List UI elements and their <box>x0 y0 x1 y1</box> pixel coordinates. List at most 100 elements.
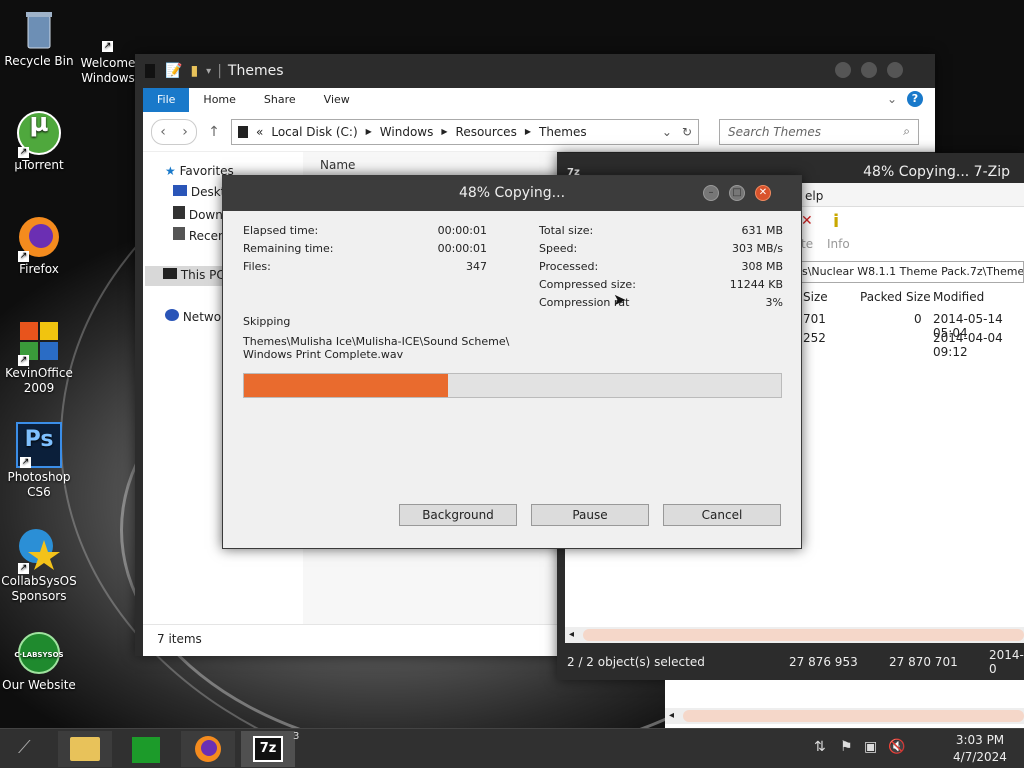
search-icon: ⌕ <box>903 124 910 138</box>
tab-view[interactable]: View <box>310 88 364 112</box>
dialog-titlebar[interactable]: 48% Copying... – □ ✕ <box>223 176 801 211</box>
cell-packed: 0 <box>914 312 922 326</box>
breadcrumb-resources[interactable]: Resources <box>456 125 517 139</box>
scroll-left-icon[interactable]: ◂ <box>669 710 674 721</box>
minimize-button[interactable]: – <box>703 185 719 201</box>
firefox-icon <box>195 736 221 762</box>
desktop-icon-our-website[interactable]: C·LABSYSOS Our Website <box>0 630 78 693</box>
utorrent-glyph: µ <box>29 108 49 138</box>
store-icon <box>132 737 160 763</box>
clock[interactable]: 3:03 PM 4/7/2024 <box>940 732 1020 766</box>
archive-path: s\Nuclear W8.1.1 Theme Pack.7z\Themes\ <box>802 265 1024 278</box>
icon-label: Recycle Bin <box>4 54 74 68</box>
desktop-icon-photoshop[interactable]: Ps ↗ Photoshop CS6 <box>0 422 78 500</box>
desktop: Recycle Bin ↗ Welcome Windows µ ↗ µTorre… <box>0 0 1024 728</box>
explorer-titlebar[interactable]: 📝 ▮ ▾ | Themes <box>135 54 935 88</box>
taskbar-firefox[interactable] <box>181 731 235 767</box>
desktop-icon-firefox[interactable]: ↗ Firefox <box>0 214 78 277</box>
progress-bar <box>243 373 782 398</box>
breadcrumb-chevron-icon[interactable]: ▶ <box>366 127 372 136</box>
minimize-button[interactable] <box>835 62 851 78</box>
star-icon: ★ <box>165 164 176 178</box>
scroll-left-icon[interactable]: ◂ <box>569 629 574 640</box>
cancel-button[interactable]: Cancel <box>663 504 781 526</box>
address-dropdown-icon[interactable]: ⌄ <box>662 125 672 139</box>
nav-downloads[interactable]: Down <box>173 206 223 222</box>
nav-desktop[interactable]: Deskt <box>173 185 225 199</box>
recent-icon <box>173 227 185 240</box>
maximize-button[interactable] <box>861 62 877 78</box>
search-input[interactable]: Search Themes ⌕ <box>719 118 919 145</box>
up-button[interactable]: ↑ <box>203 120 225 144</box>
taskbar-7zip[interactable]: 7z <box>241 731 295 767</box>
photoshop-glyph: Ps <box>24 427 54 452</box>
icon-label: KevinOffice 2009 <box>5 366 73 395</box>
pause-button[interactable]: Pause <box>531 504 649 526</box>
breadcrumb-chevron-icon[interactable]: ▶ <box>525 127 531 136</box>
background-button[interactable]: Background <box>399 504 517 526</box>
breadcrumb-overflow[interactable]: « <box>256 125 263 139</box>
nav-buttons: ‹ › <box>151 118 197 145</box>
help-icon[interactable]: ? <box>907 91 923 107</box>
breadcrumb-local-disk[interactable]: Local Disk (C:) <box>271 125 357 139</box>
forward-button[interactable]: › <box>174 120 196 144</box>
downloads-icon <box>173 206 185 219</box>
close-button[interactable]: ✕ <box>755 185 771 201</box>
desktop-icon-kevinoffice[interactable]: ↗ KevinOffice 2009 <box>0 318 78 396</box>
network-status-icon[interactable]: ▣ <box>864 739 877 755</box>
taskbar-file-explorer[interactable] <box>58 731 112 767</box>
title-separator: | <box>217 63 222 79</box>
remaining-time-value: 00:00:01 <box>437 242 487 255</box>
column-header-size[interactable]: Size <box>803 290 828 304</box>
network-arrows-icon[interactable]: ⇅ <box>814 739 826 755</box>
tab-file[interactable]: File <box>143 88 190 112</box>
cell-size: 252 <box>803 331 826 345</box>
maximize-button[interactable]: □ <box>729 185 745 201</box>
scrollbar-thumb[interactable] <box>683 710 1024 722</box>
back-button[interactable]: ‹ <box>152 120 174 144</box>
column-header-name[interactable]: Name <box>320 158 355 172</box>
qat-dropdown-icon[interactable]: ▾ <box>206 66 211 77</box>
processed-value: 308 MB <box>741 260 783 273</box>
ribbon-expand-icon[interactable]: ⌄ <box>887 92 897 106</box>
desktop-icon-utorrent[interactable]: µ ↗ µTorrent <box>0 110 78 173</box>
address-bar[interactable]: « Local Disk (C:) ▶ Windows ▶ Resources … <box>231 118 699 145</box>
network-icon <box>165 309 179 321</box>
nav-network[interactable]: Networ <box>165 309 226 324</box>
desktop-icon-recycle-bin[interactable]: Recycle Bin <box>0 6 78 69</box>
icon-label: Our Website <box>2 678 76 692</box>
column-header-modified[interactable]: Modified <box>933 290 984 304</box>
status-packed: 27 870 701 <box>889 654 958 669</box>
quick-access-properties-icon[interactable]: 📝 <box>165 63 182 79</box>
processed-label: Processed: <box>539 260 599 273</box>
computer-icon <box>163 268 177 279</box>
start-button[interactable]: ⟋ <box>18 737 31 758</box>
info-icon[interactable]: i <box>833 211 839 232</box>
progress-bar-fill <box>244 374 449 397</box>
toolbar-info-label[interactable]: Info <box>827 237 850 251</box>
horizontal-scrollbar[interactable]: ◂ <box>665 708 1024 724</box>
status-bar: 7 items <box>143 624 557 656</box>
breadcrumb-themes[interactable]: Themes <box>539 125 587 139</box>
refresh-icon[interactable]: ↻ <box>682 125 692 139</box>
toolbar-delete-label[interactable]: te <box>801 237 813 251</box>
tab-share[interactable]: Share <box>250 88 310 112</box>
scrollbar-thumb[interactable] <box>583 629 1024 641</box>
collabsysos-logo-text: C·LABSYSOS <box>14 651 64 659</box>
nav-recent[interactable]: Recen <box>173 227 226 243</box>
breadcrumb-windows[interactable]: Windows <box>380 125 434 139</box>
column-header-packed-size[interactable]: Packed Size <box>860 290 931 304</box>
collabsysos-icon: C·LABSYSOS <box>14 630 64 676</box>
action-center-flag-icon[interactable]: ⚑ <box>840 739 853 755</box>
close-button[interactable] <box>887 62 903 78</box>
tab-home[interactable]: Home <box>189 88 249 112</box>
breadcrumb-chevron-icon[interactable]: ▶ <box>441 127 447 136</box>
icon-label: µTorrent <box>14 158 64 172</box>
volume-muted-icon[interactable]: 🔇 <box>888 739 905 755</box>
shortcut-arrow-icon: ↗ <box>102 41 113 52</box>
desktop-icon-collabsysos-sponsors[interactable]: ↗ CollabSysOS Sponsors <box>0 526 78 604</box>
menu-help[interactable]: elp <box>805 189 823 203</box>
taskbar-store[interactable] <box>119 731 173 767</box>
horizontal-scrollbar[interactable]: ◂ <box>565 627 1024 643</box>
delete-icon[interactable]: ✕ <box>801 213 813 229</box>
